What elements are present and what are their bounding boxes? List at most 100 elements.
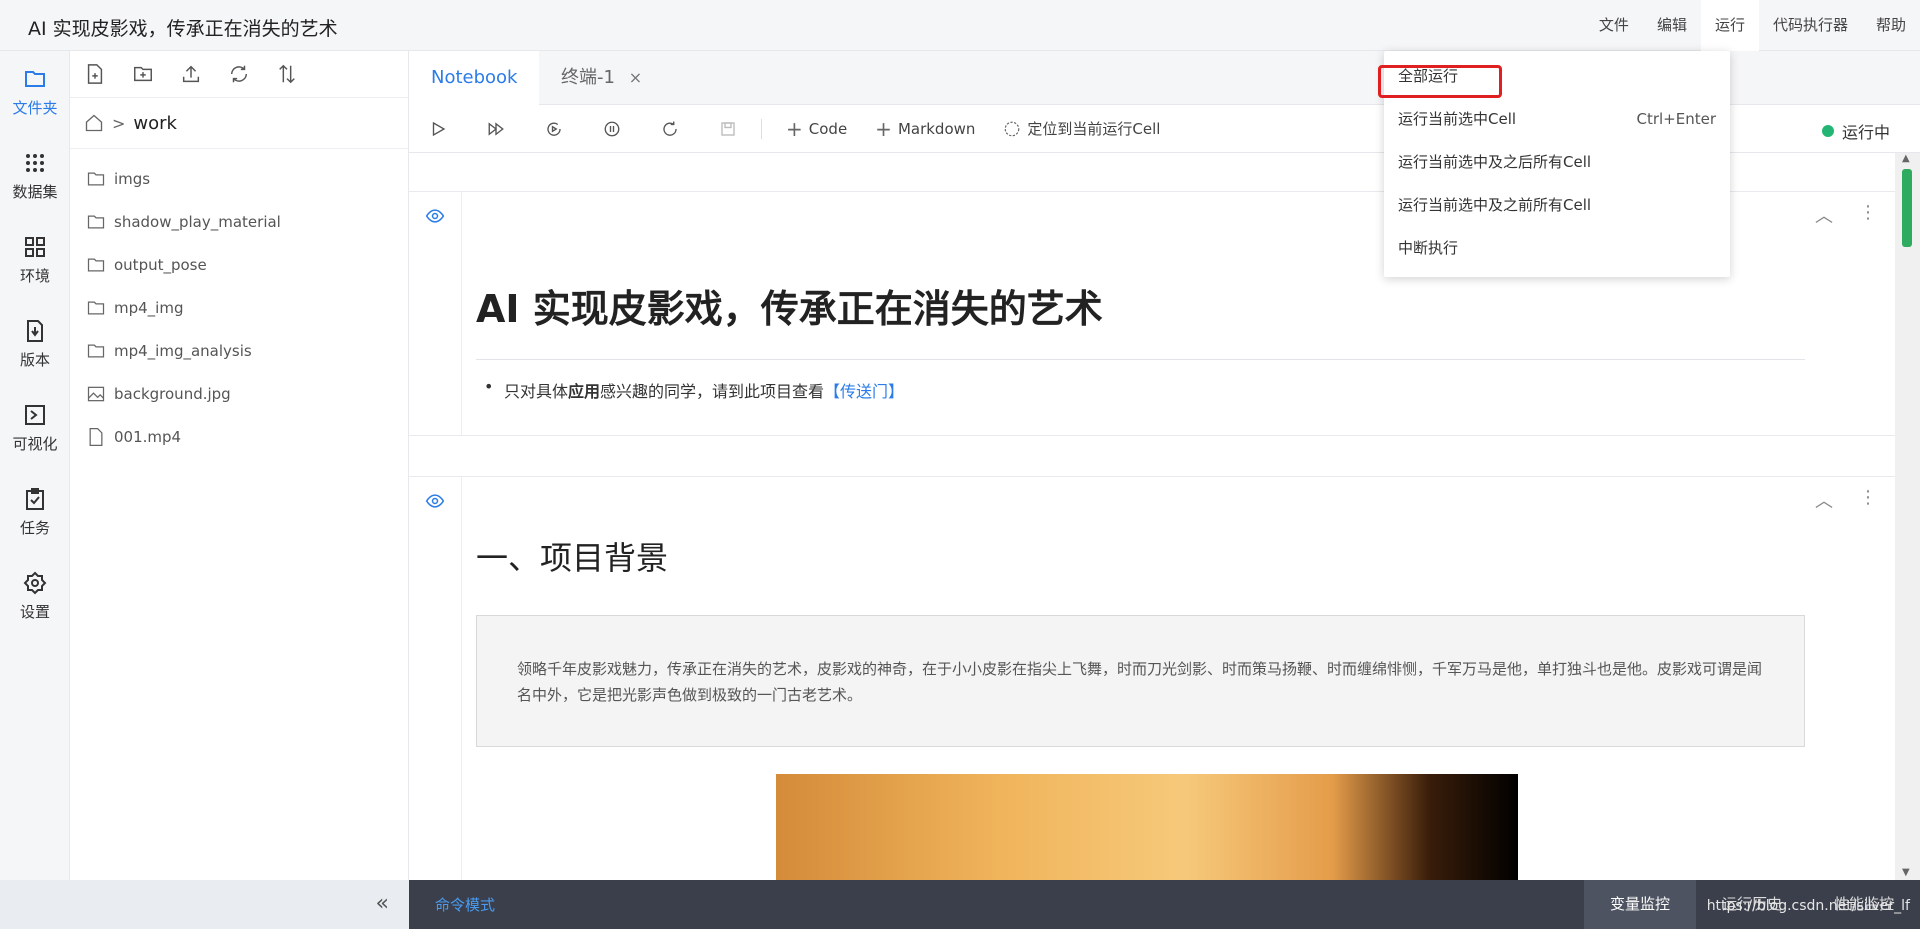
toolbar-divider (761, 118, 762, 139)
menu-item-label: 运行当前选中Cell (1398, 110, 1517, 128)
file-name: mp4_img_analysis (114, 341, 252, 360)
menu-item-interrupt[interactable]: 中断执行 (1384, 227, 1730, 270)
home-icon[interactable] (84, 113, 104, 133)
file-name: imgs (114, 169, 151, 188)
close-icon[interactable]: × (629, 68, 642, 87)
collapse-cell-icon[interactable]: ︿ (1815, 487, 1833, 513)
environment-icon (25, 237, 45, 257)
file-item[interactable]: mp4_img_analysis (70, 329, 408, 372)
add-code-button[interactable]: + Code (786, 117, 847, 141)
new-file-icon[interactable] (84, 63, 106, 85)
eye-icon[interactable] (425, 206, 445, 226)
cell-gutter (409, 477, 462, 880)
nav-environment[interactable]: 环境 (0, 235, 70, 286)
bullet-text-middle: 感兴趣的同学，请到此项目查看 (600, 382, 825, 401)
nav-version[interactable]: 版本 (0, 319, 70, 370)
menu-item-run-above[interactable]: 运行当前选中及之前所有Cell (1384, 184, 1730, 227)
add-code-label: Code (808, 119, 848, 138)
more-icon[interactable]: ⋮ (1859, 202, 1877, 228)
menu-run[interactable]: 运行 (1700, 0, 1759, 51)
menu-item-run-below[interactable]: 运行当前选中及之后所有Cell (1384, 141, 1730, 184)
file-item[interactable]: output_pose (70, 243, 408, 286)
file-list: imgs shadow_play_material output_pose mp… (70, 149, 408, 458)
scrollbar[interactable]: ▲ ▼ (1895, 153, 1920, 880)
file-item[interactable]: mp4_img (70, 286, 408, 329)
sort-icon[interactable] (276, 63, 298, 85)
activity-bar: 文件夹 数据集 环境 版本 可视化 任务 设置 (0, 51, 70, 880)
menubar: 文件 编辑 运行 代码执行器 帮助 (1585, 0, 1920, 51)
eye-icon[interactable] (425, 491, 445, 511)
folder-icon (87, 258, 105, 271)
breadcrumb-current[interactable]: work (133, 113, 177, 134)
divider (476, 359, 1805, 360)
refresh-icon[interactable] (228, 63, 250, 85)
menu-item-label: 运行当前选中及之前所有Cell (1398, 196, 1592, 214)
tab-terminal-label: 终端-1 (561, 67, 615, 88)
scroll-up-icon[interactable]: ▲ (1902, 153, 1910, 164)
menu-item-label: 中断执行 (1398, 239, 1459, 257)
version-icon (27, 320, 43, 342)
tab-notebook[interactable]: Notebook (409, 51, 540, 105)
kernel-status: 运行中 (1821, 119, 1890, 143)
plus-icon: + (786, 116, 803, 141)
menu-item-label: 运行当前选中及之后所有Cell (1398, 153, 1592, 171)
menu-code-executor[interactable]: 代码执行器 (1759, 0, 1862, 51)
collapse-cell-icon[interactable]: ︿ (1815, 202, 1833, 228)
more-icon[interactable]: ⋮ (1859, 487, 1877, 513)
file-item[interactable]: shadow_play_material (70, 200, 408, 243)
markdown-cell[interactable]: ︿ ⋮ 一、项目背景 领略千年皮影戏魅力，传承正在消失的艺术，皮影戏的神奇，在于… (409, 476, 1895, 880)
tab-terminal[interactable]: 终端-1 × (539, 51, 664, 105)
blockquote: 领略千年皮影戏魅力，传承正在消失的艺术，皮影戏的神奇，在于小小皮影在指尖上飞舞，… (476, 615, 1805, 747)
menu-help[interactable]: 帮助 (1862, 0, 1920, 51)
tab-variable-monitor[interactable]: 变量监控 (1583, 880, 1696, 929)
title-bar: AI 实现皮影戏，传承正在消失的艺术 文件 编辑 运行 代码执行器 帮助 (0, 0, 1920, 51)
locate-label: 定位到当前运行Cell (1027, 120, 1161, 138)
nav-dataset-label: 数据集 (12, 183, 58, 201)
restart-run-icon[interactable] (545, 120, 563, 138)
scroll-down-icon[interactable]: ▼ (1902, 867, 1910, 878)
run-all-icon[interactable] (487, 120, 505, 138)
restart-icon[interactable] (661, 120, 679, 138)
mode-indicator: 命令模式 (435, 896, 496, 914)
dataset-icon (26, 154, 44, 172)
nav-settings-label: 设置 (19, 603, 50, 621)
file-item[interactable]: background.jpg (70, 372, 408, 415)
file-item[interactable]: 001.mp4 (70, 415, 408, 458)
add-markdown-label: Markdown (897, 119, 976, 138)
file-name: mp4_img (114, 298, 184, 317)
upload-icon[interactable] (180, 63, 202, 85)
menu-edit[interactable]: 编辑 (1643, 0, 1701, 51)
nav-task[interactable]: 任务 (0, 487, 70, 538)
new-folder-icon[interactable] (132, 63, 154, 85)
bullet-text-prefix: 只对具体 (504, 382, 569, 401)
nav-settings[interactable]: 设置 (0, 571, 70, 622)
section-heading: 一、项目背景 (476, 539, 669, 577)
locate-running-cell-button[interactable]: 定位到当前运行Cell (1003, 118, 1160, 139)
pause-icon[interactable] (603, 120, 621, 138)
folder-icon (25, 71, 45, 87)
menu-item-run-all[interactable]: 全部运行 (1378, 55, 1730, 98)
folder-icon (87, 344, 105, 357)
nav-version-label: 版本 (19, 351, 50, 369)
run-icon[interactable] (429, 120, 447, 138)
nav-folder[interactable]: 文件夹 (0, 67, 70, 118)
file-item[interactable]: imgs (70, 157, 408, 200)
collapse-sidebar-button[interactable]: « (376, 891, 389, 916)
menu-file[interactable]: 文件 (1585, 0, 1643, 51)
nav-dataset[interactable]: 数据集 (0, 151, 70, 202)
bullet-text-strong: 应用 (568, 382, 601, 401)
file-browser: > work imgs shadow_play_material output_… (70, 51, 409, 880)
portal-link[interactable]: 【传送门】 (824, 382, 904, 401)
status-dot (1821, 125, 1834, 137)
settings-icon (23, 571, 47, 595)
nav-task-label: 任务 (19, 519, 50, 537)
add-markdown-button[interactable]: + Markdown (875, 117, 975, 141)
scrollbar-thumb[interactable] (1902, 169, 1912, 247)
nav-visualize[interactable]: 可视化 (0, 403, 70, 454)
menu-item-run-selected[interactable]: 运行当前选中Cell Ctrl+Enter (1384, 98, 1730, 141)
nav-folder-label: 文件夹 (12, 99, 58, 117)
save-icon[interactable] (719, 120, 737, 138)
breadcrumb-separator: > (112, 113, 126, 133)
run-menu-dropdown: 全部运行 运行当前选中Cell Ctrl+Enter 运行当前选中及之后所有Ce… (1378, 51, 1730, 277)
status-label: 运行中 (1841, 123, 1890, 142)
